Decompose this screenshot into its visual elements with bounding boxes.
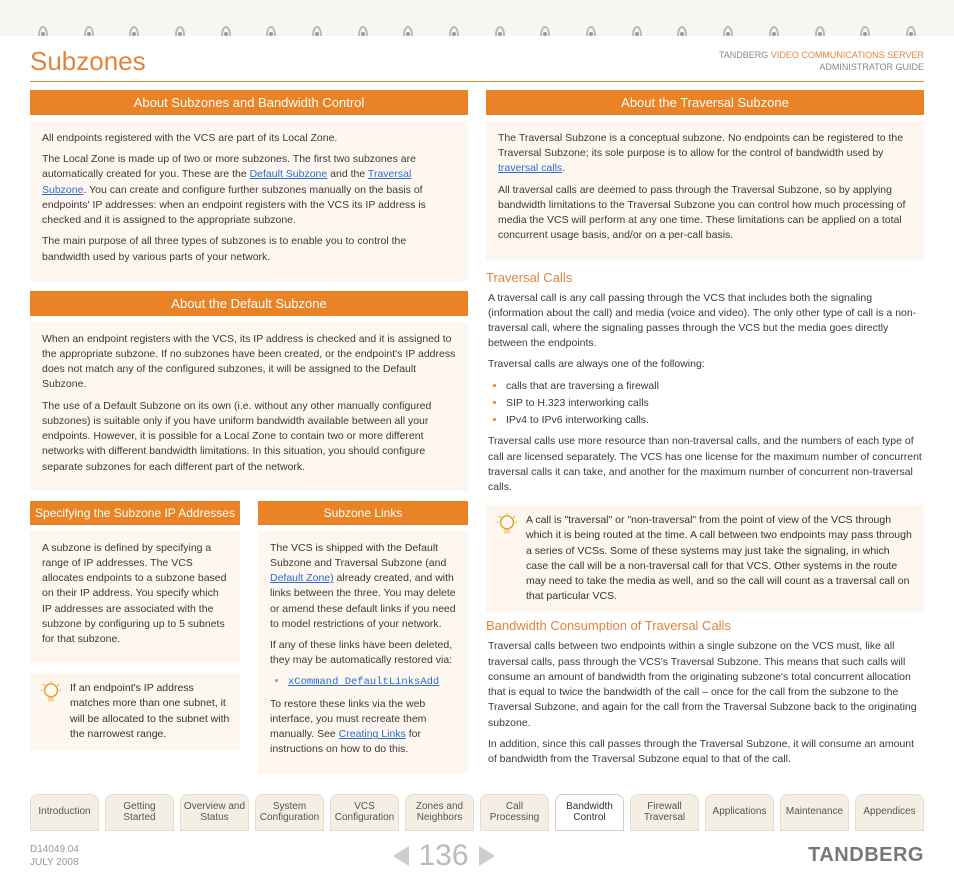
list-item: IPv4 to IPv6 interworking calls. xyxy=(506,413,922,428)
next-page-arrow-icon[interactable] xyxy=(479,846,495,866)
tab-zones-neighbors[interactable]: Zones and Neighbors xyxy=(405,794,474,831)
link-default-zone[interactable]: Default Zone) xyxy=(270,572,334,584)
doc-info: D14049.04 JULY 2008 xyxy=(30,843,79,869)
tab-maintenance[interactable]: Maintenance xyxy=(780,794,849,831)
link-xcommand[interactable]: xCommand DefaultLinksAdd xyxy=(288,676,439,688)
section-bar-default-subzone: About the Default Subzone xyxy=(30,291,468,316)
text: Traversal calls are always one of the fo… xyxy=(488,357,922,372)
page-number: 136 xyxy=(419,839,469,873)
heading-bandwidth-consumption: Bandwidth Consumption of Traversal Calls xyxy=(486,618,924,633)
text: In addition, since this call passes thro… xyxy=(488,737,922,767)
tab-firewall-traversal[interactable]: Firewall Traversal xyxy=(630,794,699,831)
link-default-subzone[interactable]: Default Subzone xyxy=(250,168,328,180)
tab-applications[interactable]: Applications xyxy=(705,794,774,831)
brand-logo: TANDBERG xyxy=(808,844,924,867)
tab-system-config[interactable]: System Configuration xyxy=(255,794,324,831)
text: The VCS is shipped with the Default Subz… xyxy=(270,541,456,632)
block-traversal-subzone: The Traversal Subzone is a conceptual su… xyxy=(486,121,924,260)
header-right: TANDBERG VIDEO COMMUNICATIONS SERVER ADM… xyxy=(719,46,924,73)
heading-traversal-calls: Traversal Calls xyxy=(486,270,924,285)
section-bar-about-subzones: About Subzones and Bandwidth Control xyxy=(30,90,468,115)
section-bar-traversal-subzone: About the Traversal Subzone xyxy=(486,90,924,115)
text: All endpoints registered with the VCS ar… xyxy=(42,131,456,146)
spiral-binding: // placeholder; rings rendered below sta… xyxy=(0,0,954,36)
tab-introduction[interactable]: Introduction xyxy=(30,794,99,831)
tab-overview-status[interactable]: Overview and Status xyxy=(180,794,249,831)
lightbulb-icon xyxy=(496,513,518,544)
text: A traversal call is any call passing thr… xyxy=(488,291,922,352)
text: All traversal calls are deemed to pass t… xyxy=(498,183,912,244)
link-creating-links[interactable]: Creating Links xyxy=(339,728,406,740)
text: The use of a Default Subzone on its own … xyxy=(42,399,456,475)
block-traversal-calls: A traversal call is any call passing thr… xyxy=(486,291,924,496)
list-item: SIP to H.323 interworking calls xyxy=(506,396,922,411)
page-nav: 136 xyxy=(393,839,495,873)
product-name: VIDEO COMMUNICATIONS SERVER xyxy=(771,50,924,60)
section-bar-ip-addresses: Specifying the Subzone IP Addresses xyxy=(30,501,240,525)
text: Traversal calls use more resource than n… xyxy=(488,434,922,495)
text: The Traversal Subzone is a conceptual su… xyxy=(498,131,912,177)
text: To restore these links via the web inter… xyxy=(270,697,456,758)
text: Traversal calls between two endpoints wi… xyxy=(488,639,922,730)
list-traversal-types: calls that are traversing a firewall SIP… xyxy=(506,379,922,429)
section-bar-subzone-links: Subzone Links xyxy=(258,501,468,525)
prev-page-arrow-icon[interactable] xyxy=(393,846,409,866)
tab-bandwidth-control[interactable]: Bandwidth Control xyxy=(555,794,624,831)
tab-getting-started[interactable]: Getting Started xyxy=(105,794,174,831)
text: When an endpoint registers with the VCS,… xyxy=(42,332,456,393)
text: A subzone is defined by specifying a ran… xyxy=(42,541,228,648)
block-bandwidth-consumption: Traversal calls between two endpoints wi… xyxy=(486,639,924,767)
text: The Local Zone is made up of two or more… xyxy=(42,152,456,228)
text: The main purpose of all three types of s… xyxy=(42,234,456,264)
list-item: calls that are traversing a firewall xyxy=(506,379,922,394)
doc-type: ADMINISTRATOR GUIDE xyxy=(719,62,924,74)
doc-id: D14049.04 xyxy=(30,843,79,856)
tip-ip-subnet: If an endpoint's IP address matches more… xyxy=(30,673,240,750)
block-default-subzone: When an endpoint registers with the VCS,… xyxy=(30,322,468,491)
tab-appendices[interactable]: Appendices xyxy=(855,794,924,831)
block-ip-addresses: A subzone is defined by specifying a ran… xyxy=(30,531,240,664)
doc-date: JULY 2008 xyxy=(30,856,79,869)
bottom-tabs: Introduction Getting Started Overview an… xyxy=(0,784,954,831)
page-title: Subzones xyxy=(30,46,146,77)
page: // placeholder; rings rendered below sta… xyxy=(0,0,954,887)
tip-text: If an endpoint's IP address matches more… xyxy=(70,681,230,742)
tip-text: A call is "traversal" or "non-traversal"… xyxy=(526,513,914,604)
tip-traversal-pov: A call is "traversal" or "non-traversal"… xyxy=(486,505,924,612)
link-traversal-calls[interactable]: traversal calls xyxy=(498,162,562,174)
tab-call-processing[interactable]: Call Processing xyxy=(480,794,549,831)
block-subzone-links: The VCS is shipped with the Default Subz… xyxy=(258,531,468,774)
tab-vcs-config[interactable]: VCS Configuration xyxy=(330,794,399,831)
brand-small: TANDBERG xyxy=(719,50,771,60)
text: If any of these links have been deleted,… xyxy=(270,638,456,668)
lightbulb-icon xyxy=(40,681,62,712)
block-about-subzones: All endpoints registered with the VCS ar… xyxy=(30,121,468,281)
